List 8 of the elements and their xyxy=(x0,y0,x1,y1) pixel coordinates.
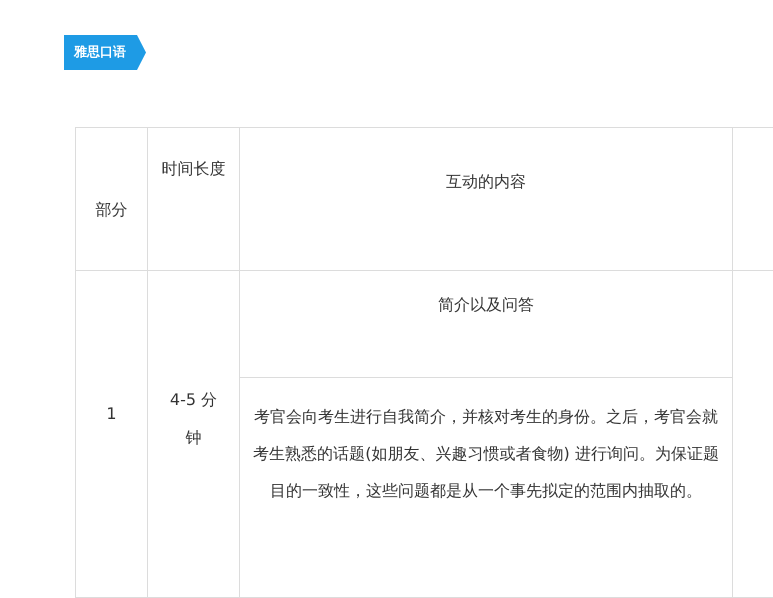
table-cell-text: 考官会向考生进行自我简介，并核对考生的身份。之后，考官会就考生熟悉的话题(如朋友、兴趣习惯或者食物) 进行询问。为保证题目的一致性，这些问题都是从一个事先拟定的范围内抽取的。 xyxy=(252,406,720,502)
section-tag: 雅思口语 xyxy=(64,35,146,70)
table-cell-text: 4-5 分钟 xyxy=(168,389,218,449)
column-header: 时间长度 xyxy=(160,158,226,180)
table-cell-text: 1 xyxy=(106,403,117,425)
table-cell-text: 简介以及问答 xyxy=(438,294,534,316)
column-header: 部分 xyxy=(96,199,128,221)
column-header: 互动的内容 xyxy=(446,171,526,193)
